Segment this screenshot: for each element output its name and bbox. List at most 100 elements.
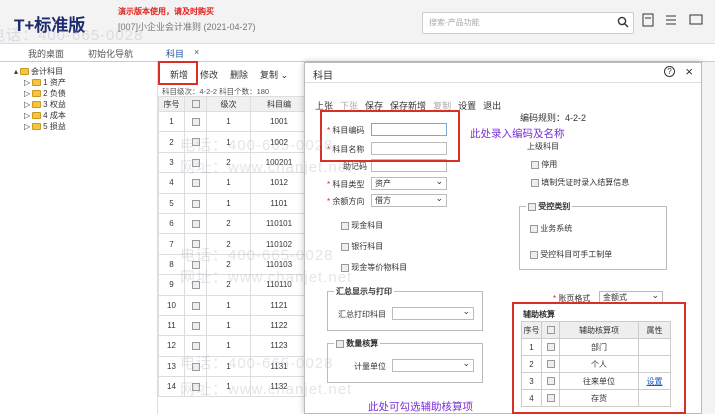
row-code: 1132	[250, 376, 308, 398]
row-level: 1	[206, 172, 251, 194]
subject-grid: 新增 修改 删除 复制 ⌄ 科目级次：4-2-2 科目个数：180 序号 级次 …	[158, 62, 308, 414]
direction-select[interactable]: 借方	[371, 194, 447, 207]
tools-icon[interactable]	[666, 15, 676, 25]
row-level: 2	[206, 274, 251, 296]
row-checkbox[interactable]	[184, 376, 207, 398]
demo-notice[interactable]: 演示版本使用，请及时购买	[118, 6, 214, 17]
table-row[interactable]: 11 1 1122	[158, 314, 308, 337]
row-level: 2	[206, 212, 251, 235]
folder-icon	[32, 123, 42, 130]
ctrl-manual-checkbox[interactable]: 受控科目可手工制单	[530, 249, 612, 260]
table-row[interactable]: 6 2 110101	[158, 212, 308, 235]
row-checkbox[interactable]	[184, 233, 207, 255]
message-icon[interactable]	[689, 14, 703, 25]
tab-close-icon[interactable]: ×	[194, 47, 199, 57]
row-checkbox[interactable]	[184, 314, 207, 337]
settings-button[interactable]: 设置	[458, 99, 476, 112]
tab-desktop[interactable]: 我的桌面	[28, 47, 64, 60]
fill-cert-checkbox[interactable]: 填制凭证时录入结算信息	[531, 177, 629, 188]
table-row[interactable]: 2 1 1002	[158, 131, 308, 153]
table-row[interactable]: 8 2 110103	[158, 253, 308, 276]
table-row[interactable]: 1 1 1001	[158, 110, 308, 133]
row-level: 2	[206, 253, 251, 276]
row-level: 1	[206, 376, 251, 398]
toolbar-icons	[642, 13, 712, 29]
delete-button[interactable]: 删除	[230, 68, 248, 81]
search-icon[interactable]	[617, 16, 629, 28]
table-row[interactable]: 14 1 1132	[158, 376, 308, 398]
tree-item-liabilities[interactable]: ▷ 2 负债	[14, 88, 157, 99]
row-checkbox[interactable]	[184, 253, 207, 276]
table-row[interactable]: 7 2 110102	[158, 233, 308, 255]
col-level: 级次	[206, 96, 251, 112]
row-checkbox[interactable]	[184, 172, 207, 194]
edit-button[interactable]: 修改	[200, 68, 218, 81]
controlled-group-title: 受控类别	[526, 201, 573, 212]
row-code: 110101	[250, 212, 308, 235]
tree-item-cost[interactable]: ▷ 4 成本	[14, 110, 157, 121]
row-checkbox[interactable]	[184, 212, 207, 235]
row-checkbox[interactable]	[184, 335, 207, 357]
row-index: 11	[158, 314, 185, 337]
row-code: 100201	[250, 151, 308, 174]
type-select[interactable]: 资产	[371, 177, 447, 190]
cash-checkbox[interactable]: 现金科目	[341, 220, 383, 231]
row-code: 1131	[250, 355, 308, 378]
table-row[interactable]: 13 1 1131	[158, 355, 308, 378]
tab-init-nav[interactable]: 初始化导航	[88, 47, 133, 60]
row-checkbox[interactable]	[184, 192, 207, 214]
table-row[interactable]: 10 1 1121	[158, 294, 308, 316]
row-level: 1	[206, 294, 251, 316]
tree-item-equity[interactable]: ▷ 3 权益	[14, 99, 157, 110]
table-row[interactable]: 5 1 1101	[158, 192, 308, 214]
row-level: 2	[206, 233, 251, 255]
table-row[interactable]: 9 2 110110	[158, 274, 308, 296]
highlight-aux-table	[512, 302, 686, 414]
col-code: 科目编	[250, 96, 308, 112]
row-level: 2	[206, 151, 251, 174]
row-index: 7	[158, 233, 185, 255]
biz-system-checkbox[interactable]: 业务系统	[530, 223, 572, 234]
print-subject-select[interactable]	[392, 307, 474, 320]
right-panel-edge	[702, 62, 715, 414]
table-row[interactable]: 12 1 1123	[158, 335, 308, 357]
disable-checkbox[interactable]: 停用	[531, 159, 557, 170]
tree-item-assets[interactable]: ▷ 1 资产	[14, 77, 157, 88]
row-index: 2	[158, 131, 185, 153]
unit-select[interactable]	[392, 359, 474, 372]
row-index: 6	[158, 212, 185, 235]
folder-icon	[20, 68, 30, 75]
folder-icon	[32, 101, 42, 108]
folder-icon	[32, 90, 42, 97]
row-checkbox[interactable]	[184, 151, 207, 174]
mnemonic-label: 助记码	[343, 162, 367, 171]
tree-item-profit-loss[interactable]: ▷ 5 损益	[14, 121, 157, 132]
row-checkbox[interactable]	[184, 110, 207, 133]
close-icon[interactable]: ×	[685, 64, 693, 79]
unit-label: 计量单位	[354, 362, 386, 371]
row-code: 110110	[250, 274, 308, 296]
row-code: 110103	[250, 253, 308, 276]
grid-summary: 科目级次：4-2-2 科目个数：180	[162, 87, 270, 96]
print-subject-label: 汇总打印科目	[338, 310, 386, 319]
save-icon[interactable]	[642, 13, 654, 27]
row-code: 1101	[250, 192, 308, 214]
subject-tree: ▴ 会计科目 ▷ 1 资产 ▷ 2 负债 ▷ 3 权益 ▷ 4 成本 ▷ 5 损益	[0, 62, 158, 414]
row-checkbox[interactable]	[184, 294, 207, 316]
row-checkbox[interactable]	[184, 274, 207, 296]
bank-checkbox[interactable]: 银行科目	[341, 241, 383, 252]
search-input[interactable]: 搜索-产品功能	[422, 12, 634, 34]
col-check[interactable]	[184, 96, 207, 112]
table-row[interactable]: 3 2 100201	[158, 151, 308, 174]
row-code: 1001	[250, 110, 308, 133]
row-checkbox[interactable]	[184, 131, 207, 153]
type-label: * 科目类型	[327, 180, 365, 189]
row-checkbox[interactable]	[184, 355, 207, 378]
exit-button[interactable]: 退出	[483, 99, 501, 112]
copy-button[interactable]: 复制 ⌄	[260, 68, 288, 81]
display-print-group: 汇总显示与打印 汇总打印科目	[327, 286, 483, 331]
cash-equivalent-checkbox[interactable]: 现金等价物科目	[341, 262, 407, 273]
table-row[interactable]: 4 1 1012	[158, 172, 308, 194]
tree-root[interactable]: ▴ 会计科目	[14, 66, 157, 77]
help-icon[interactable]: ?	[664, 66, 675, 77]
